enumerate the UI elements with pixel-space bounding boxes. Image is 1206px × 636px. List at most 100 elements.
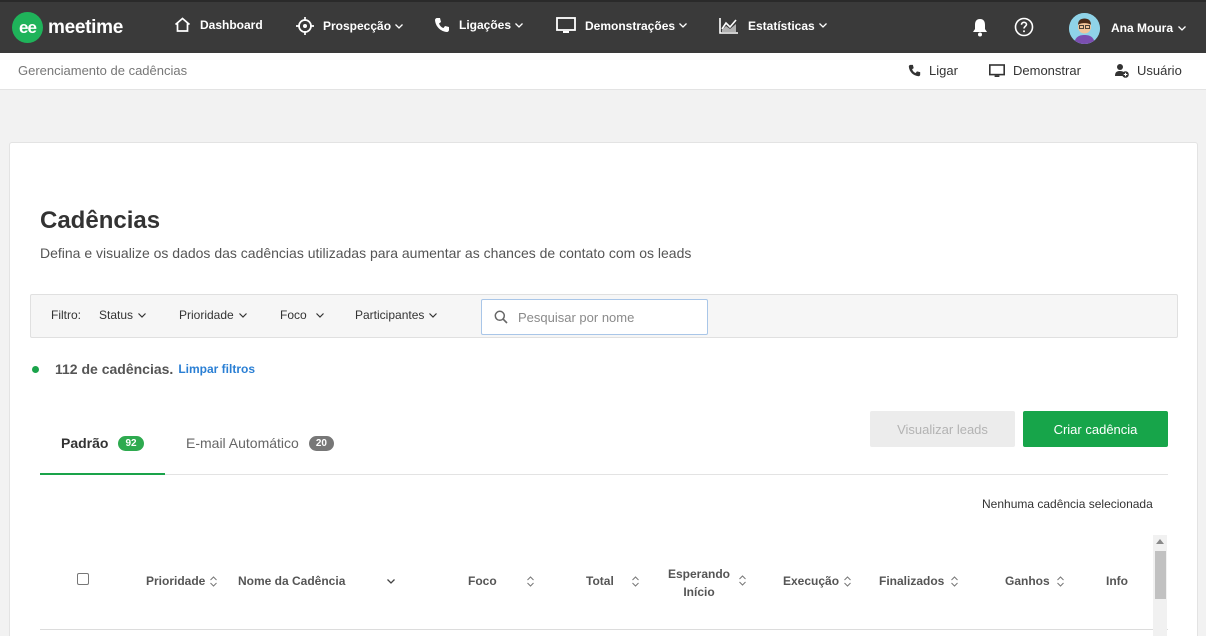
user-action-label: Usuário <box>1137 63 1182 78</box>
column-label: Finalizados <box>879 574 945 588</box>
column-label-line1: Esperando <box>668 567 731 581</box>
target-icon <box>296 17 314 35</box>
nav-label: Demonstrações <box>585 18 676 33</box>
sort-icon[interactable] <box>739 575 746 586</box>
nav-label: Ligações <box>459 18 512 32</box>
column-label: Foco <box>468 574 497 588</box>
filter-status-dropdown[interactable]: Status <box>99 308 146 322</box>
filter-status-label: Status <box>99 308 134 322</box>
page-description: Defina e visualize os dados das cadência… <box>40 245 692 261</box>
active-tab-indicator <box>40 473 165 475</box>
nav-label: Prospecção <box>323 19 392 33</box>
column-total[interactable]: Total <box>586 574 639 588</box>
column-cadence-name[interactable]: Nome da Cadência <box>238 574 396 588</box>
table-scrollbar[interactable] <box>1153 535 1167 636</box>
page-title: Cadências <box>40 207 161 234</box>
nav-label: Estatísticas <box>748 18 815 33</box>
sort-icon <box>844 575 851 587</box>
clear-filters-link[interactable]: Limpar filtros <box>178 362 255 376</box>
scroll-up-arrow-icon[interactable] <box>1156 539 1164 544</box>
create-cadence-button[interactable]: Criar cadência <box>1023 411 1168 447</box>
column-execution[interactable]: Execução <box>783 574 851 588</box>
sort-icon <box>1056 575 1064 587</box>
column-label: Prioridade <box>146 574 206 588</box>
filter-priority-dropdown[interactable]: Prioridade <box>179 308 247 322</box>
selection-status: Nenhuma cadência selecionada <box>982 497 1153 511</box>
demo-action-button[interactable]: Demonstrar <box>989 63 1081 78</box>
chevron-down-icon <box>679 23 688 28</box>
tab-label: E-mail Automático <box>186 435 299 451</box>
phone-icon <box>908 64 921 77</box>
sort-icon <box>526 575 534 587</box>
chevron-down-icon <box>138 312 146 318</box>
chevron-down-icon <box>238 312 247 318</box>
chevron-down-icon <box>315 312 324 318</box>
sort-icon <box>210 575 218 587</box>
sort-icon <box>631 575 639 587</box>
search-placeholder: Pesquisar por nome <box>518 309 635 325</box>
meetime-logo[interactable]: ee meetime <box>12 12 123 43</box>
chevron-down-icon <box>429 312 438 318</box>
help-icon[interactable] <box>1014 17 1034 37</box>
user-name: Ana Moura <box>1111 21 1174 35</box>
filter-participants-dropdown[interactable]: Participantes <box>355 308 438 322</box>
home-icon <box>174 17 191 32</box>
cadences-card: Cadências Defina e visualize os dados da… <box>9 142 1198 636</box>
results-summary: 112 de cadências. Limpar filtros <box>32 361 255 377</box>
results-count: 112 de cadências. <box>55 361 174 377</box>
column-label: Info <box>1106 574 1128 588</box>
breadcrumb: Gerenciamento de cadências <box>18 63 188 78</box>
column-focus[interactable]: Foco <box>468 574 534 588</box>
avatar[interactable] <box>1069 13 1100 44</box>
monitor-icon <box>989 63 1005 77</box>
avatar-image-icon <box>1069 13 1100 44</box>
filter-focus-label: Foco <box>280 308 307 322</box>
demo-action-label: Demonstrar <box>1013 63 1081 78</box>
search-input[interactable]: Pesquisar por nome <box>481 299 708 335</box>
phone-icon <box>435 18 449 32</box>
status-dot <box>32 365 39 373</box>
nav-label: Dashboard <box>200 17 263 32</box>
column-info: Info <box>1106 574 1128 588</box>
filter-participants-label: Participantes <box>355 308 425 322</box>
monitor-icon <box>556 17 576 33</box>
column-finished[interactable]: Finalizados <box>879 574 959 588</box>
sort-icon <box>951 575 959 587</box>
table-header-divider <box>40 629 1168 630</box>
filter-focus-dropdown[interactable]: Foco <box>280 308 324 322</box>
nav-item-ligacoes[interactable]: Ligações <box>434 17 532 33</box>
nav-item-prospeccao[interactable]: Prospecção <box>296 17 412 35</box>
column-label-line2: Início <box>683 585 715 599</box>
tab-count-badge: 20 <box>308 435 334 451</box>
tabs-divider <box>40 474 1168 475</box>
tab-email-automatico[interactable]: E-mail Automático 20 <box>186 435 334 451</box>
filter-bar: Filtro: Status Prioridade Foco Participa… <box>30 294 1178 338</box>
call-action-button[interactable]: Ligar <box>908 63 958 78</box>
tab-padrao[interactable]: Padrão 92 <box>61 435 144 451</box>
chevron-down-icon <box>818 23 827 28</box>
tab-count-badge: 92 <box>118 435 144 451</box>
column-waiting-start[interactable]: Esperando Início <box>668 565 730 601</box>
user-menu[interactable]: Ana Moura <box>1111 21 1186 35</box>
top-navbar: ee meetime Dashboard Prospecção Ligações… <box>0 0 1206 53</box>
nav-item-demonstracoes[interactable]: Demonstrações <box>556 17 696 34</box>
column-priority[interactable]: Prioridade <box>146 574 218 588</box>
column-won[interactable]: Ganhos <box>1005 574 1064 588</box>
search-icon <box>494 310 508 324</box>
bell-icon[interactable] <box>971 18 989 37</box>
add-user-icon <box>1115 64 1129 78</box>
logo-text: meetime <box>48 16 123 38</box>
chevron-down-icon <box>1178 25 1186 31</box>
column-label: Ganhos <box>1005 574 1050 588</box>
scroll-thumb[interactable] <box>1155 551 1166 599</box>
chevron-down-icon <box>515 22 523 28</box>
tab-label: Padrão <box>61 435 109 451</box>
nav-item-dashboard[interactable]: Dashboard <box>174 17 263 32</box>
view-leads-button[interactable]: Visualizar leads <box>870 411 1015 447</box>
nav-item-estatisticas[interactable]: Estatísticas <box>719 17 836 34</box>
user-action-button[interactable]: Usuário <box>1114 63 1182 78</box>
filter-priority-label: Prioridade <box>179 308 234 322</box>
select-all-checkbox[interactable] <box>77 573 89 585</box>
logo-mark: ee <box>12 12 43 43</box>
column-label: Execução <box>783 574 840 588</box>
